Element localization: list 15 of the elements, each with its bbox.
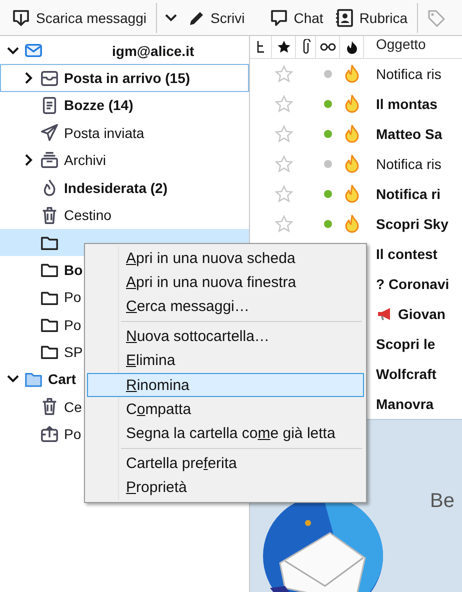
folder-name: Posta inviata — [64, 124, 144, 141]
folder-name: Bo — [64, 262, 83, 278]
folder-name: Posta in arrivo (15) — [64, 70, 190, 86]
folder-name: Cart — [48, 371, 76, 388]
brand-text: Be — [430, 491, 454, 511]
folder-name: igm@alice.it — [112, 42, 194, 59]
folder-name: Po — [64, 316, 82, 333]
folder-name: Ce — [64, 398, 82, 415]
folder-name: SP — [64, 344, 83, 360]
folder-name: Indesiderata (2) — [64, 180, 168, 196]
folder-name: Po — [64, 426, 82, 442]
folder-name: Archivi — [64, 152, 106, 168]
folder-name: Cestino — [64, 207, 112, 224]
folder-name: Po — [64, 289, 82, 306]
folder-name: Bozze (14) — [64, 97, 134, 114]
